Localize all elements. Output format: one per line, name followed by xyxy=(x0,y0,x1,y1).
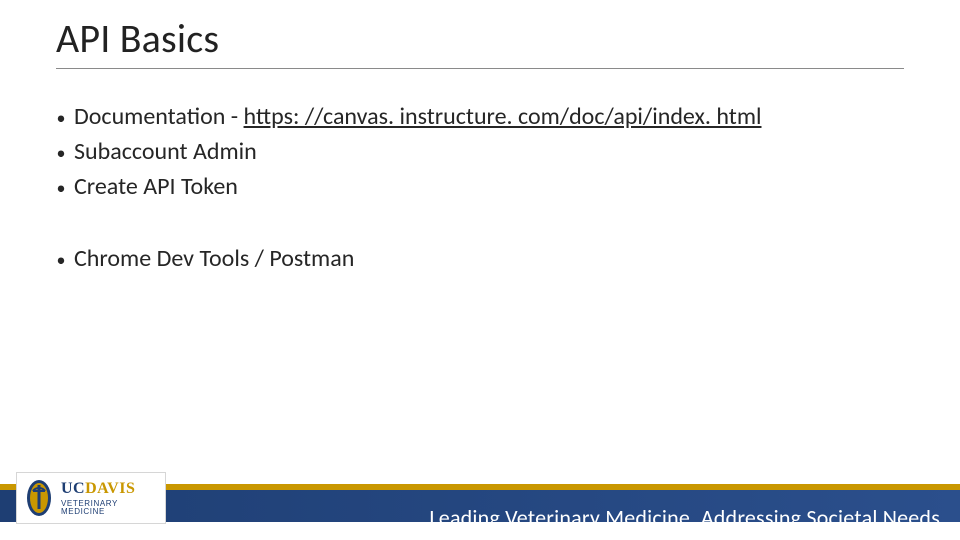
bullet-text: Create API Token xyxy=(74,170,238,205)
bullet-item: • Documentation - https: //canvas. instr… xyxy=(56,100,896,135)
logo-subtext: VETERINARY MEDICINE xyxy=(61,500,157,516)
ucdavis-logo: UCDAVIS VETERINARY MEDICINE xyxy=(16,472,166,524)
footer-tagline: Leading Veterinary Medicine, Addressing … xyxy=(429,504,940,531)
logo-seal-icon xyxy=(25,478,53,518)
bullet-icon: • xyxy=(56,173,66,203)
logo-text: UCDAVIS VETERINARY MEDICINE xyxy=(61,481,157,516)
logo-uc: UC xyxy=(61,480,85,497)
logo-davis: DAVIS xyxy=(85,480,135,497)
logo-wordmark: UCDAVIS xyxy=(61,481,157,497)
bullet-item: • Subaccount Admin xyxy=(56,135,896,170)
documentation-link[interactable]: https: //canvas. instructure. com/doc/ap… xyxy=(244,102,762,131)
bullet-icon: • xyxy=(56,245,66,275)
bullet-icon: • xyxy=(56,138,66,168)
bullet-item: • Create API Token xyxy=(56,170,896,205)
bullet-prefix: Documentation - xyxy=(74,102,244,131)
slide-content: • Documentation - https: //canvas. instr… xyxy=(56,100,896,277)
bullet-text: Subaccount Admin xyxy=(74,135,257,170)
bullet-icon: • xyxy=(56,103,66,133)
slide-title: API Basics xyxy=(56,14,219,63)
slide: API Basics • Documentation - https: //ca… xyxy=(0,0,960,540)
bullet-item: • Chrome Dev Tools / Postman xyxy=(56,242,896,277)
bullet-text: Documentation - https: //canvas. instruc… xyxy=(74,100,762,135)
bullet-text: Chrome Dev Tools / Postman xyxy=(74,242,354,277)
title-underline xyxy=(56,68,904,69)
